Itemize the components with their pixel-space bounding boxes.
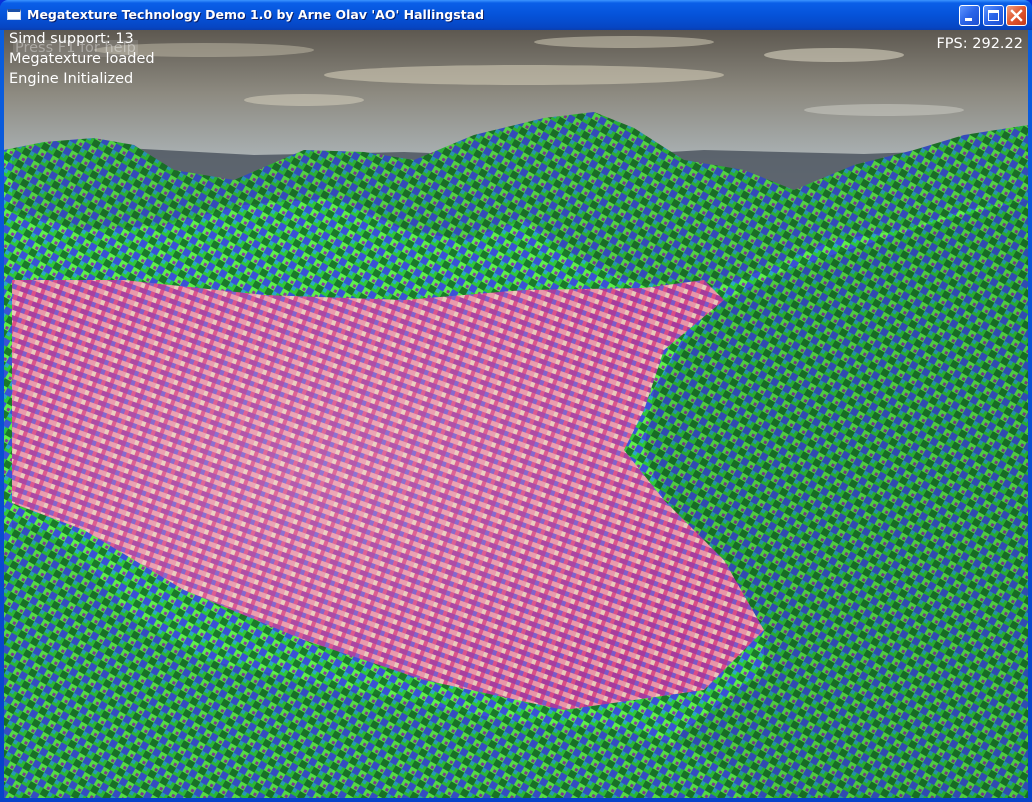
engine-status-text: Engine Initialized [9, 71, 134, 87]
maximize-icon [988, 10, 999, 21]
megatexture-status-text: Megatexture loaded [9, 51, 155, 67]
minimize-button[interactable] [959, 5, 980, 26]
terrain-scene [4, 30, 1028, 798]
title-bar[interactable]: Megatexture Technology Demo 1.0 by Arne … [0, 0, 1032, 30]
app-window: Megatexture Technology Demo 1.0 by Arne … [0, 0, 1032, 802]
simd-support-text: Simd support: 13 [9, 31, 134, 47]
window-title: Megatexture Technology Demo 1.0 by Arne … [27, 7, 485, 22]
app-window-icon[interactable] [7, 9, 21, 20]
close-button[interactable] [1006, 5, 1027, 26]
render-viewport[interactable]: Press F1 for help Simd support: 13 Megat… [4, 30, 1028, 798]
maximize-button[interactable] [983, 5, 1004, 26]
minimize-icon [965, 18, 972, 21]
fps-counter: FPS: 292.22 [936, 36, 1023, 52]
close-icon [1010, 9, 1023, 22]
